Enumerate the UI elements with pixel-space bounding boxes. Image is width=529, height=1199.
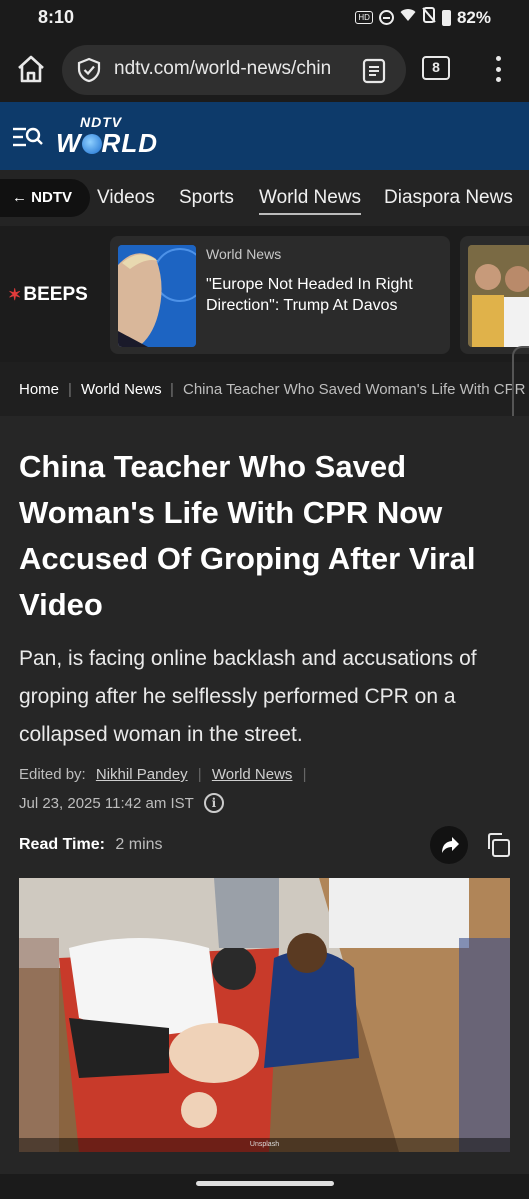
globe-icon [81, 134, 102, 154]
gesture-bar [0, 1174, 529, 1199]
ndtv-world-logo[interactable]: NDTV W RLD [56, 114, 176, 160]
tabs-counter-button[interactable]: 8 [422, 56, 450, 80]
byline-separator: | [302, 766, 307, 783]
nav-item-videos[interactable]: Videos [97, 187, 155, 209]
breadcrumb-current: China Teacher Who Saved Woman's Life Wit… [183, 381, 526, 398]
battery-percent: 82% [456, 7, 491, 27]
menu-search-icon[interactable] [12, 124, 44, 150]
nav-item-sports[interactable]: Sports [179, 187, 234, 209]
beep-category: World News [206, 246, 282, 262]
hd-voice-icon: HD [355, 11, 373, 24]
back-to-ndtv-button[interactable]: ← NDTV [0, 179, 90, 217]
wifi-icon [400, 8, 416, 27]
beep-title[interactable]: "Europe Not Headed In Right Direction": … [206, 274, 442, 316]
edited-by-label: Edited by: [19, 766, 86, 783]
beep-thumbnail [118, 245, 196, 347]
reader-mode-icon[interactable] [360, 57, 388, 85]
logo-bottom-text: W RLD [56, 128, 158, 158]
breadcrumb-home[interactable]: Home [19, 381, 59, 398]
beeps-strip: ✶ BEEPS World News "Europe Not Headed In … [0, 226, 529, 362]
url-text[interactable]: ndtv.com/world-news/chin [114, 58, 344, 80]
article-headline: China Teacher Who Saved Woman's Life Wit… [19, 449, 476, 622]
article-byline: Edited by: Nikhil Pandey | World News | [19, 766, 313, 783]
article-date: Jul 23, 2025 11:42 am IST [19, 794, 194, 812]
shield-icon[interactable] [76, 57, 102, 83]
article-date-row: Jul 23, 2025 11:42 am IST i [19, 793, 224, 813]
status-bar: 8:10 HD 82% [0, 0, 529, 36]
article-photo[interactable]: Unsplash [19, 878, 510, 1152]
breadcrumb: Home | World News | China Teacher Who Sa… [0, 362, 529, 416]
beep-card[interactable]: World News "Europe Not Headed In Right D… [110, 236, 450, 354]
breadcrumb-separator: | [68, 381, 72, 398]
read-time-value: 2 mins [115, 836, 163, 853]
nav-item-diaspora-news[interactable]: Diaspora News [384, 187, 513, 209]
nav-item-world-news[interactable]: World News [259, 187, 362, 215]
do-not-disturb-icon [378, 10, 394, 25]
breadcrumb-world-news[interactable]: World News [81, 381, 162, 398]
browser-toolbar: ndtv.com/world-news/chin 8 [0, 36, 529, 102]
breadcrumb-separator: | [170, 381, 174, 398]
beeps-spark-icon: ✶ [8, 287, 22, 304]
beep-card[interactable] [460, 236, 529, 354]
home-icon[interactable] [14, 52, 48, 86]
battery-icon [441, 9, 451, 26]
site-header: NDTV W RLD [0, 102, 529, 170]
more-menu-icon[interactable] [488, 54, 508, 84]
copy-link-icon[interactable] [484, 831, 512, 859]
photo-credit: Unsplash [19, 1138, 510, 1152]
status-time: 8:10 [38, 7, 75, 27]
read-time: Read Time: 2 mins [19, 836, 163, 854]
home-gesture-pill[interactable] [196, 1181, 334, 1186]
status-icons: HD 82% [355, 7, 491, 28]
byline-separator: | [197, 766, 202, 783]
section-nav: ← NDTV Videos Sports World News Diaspora… [0, 170, 529, 226]
beeps-label[interactable]: ✶ BEEPS [8, 284, 88, 306]
beep-thumbnail [468, 245, 529, 347]
read-time-label: Read Time: [19, 836, 105, 853]
no-signal-icon [422, 7, 436, 28]
info-icon[interactable]: i [203, 793, 224, 813]
article: China Teacher Who Saved Woman's Life Wit… [0, 416, 529, 1174]
editor-link[interactable]: Nikhil Pandey [96, 766, 188, 783]
section-link[interactable]: World News [212, 766, 293, 783]
share-icon[interactable] [430, 826, 468, 864]
article-summary: Pan, is facing online backlash and accus… [19, 647, 477, 746]
address-bar[interactable]: ndtv.com/world-news/chin [62, 45, 406, 95]
